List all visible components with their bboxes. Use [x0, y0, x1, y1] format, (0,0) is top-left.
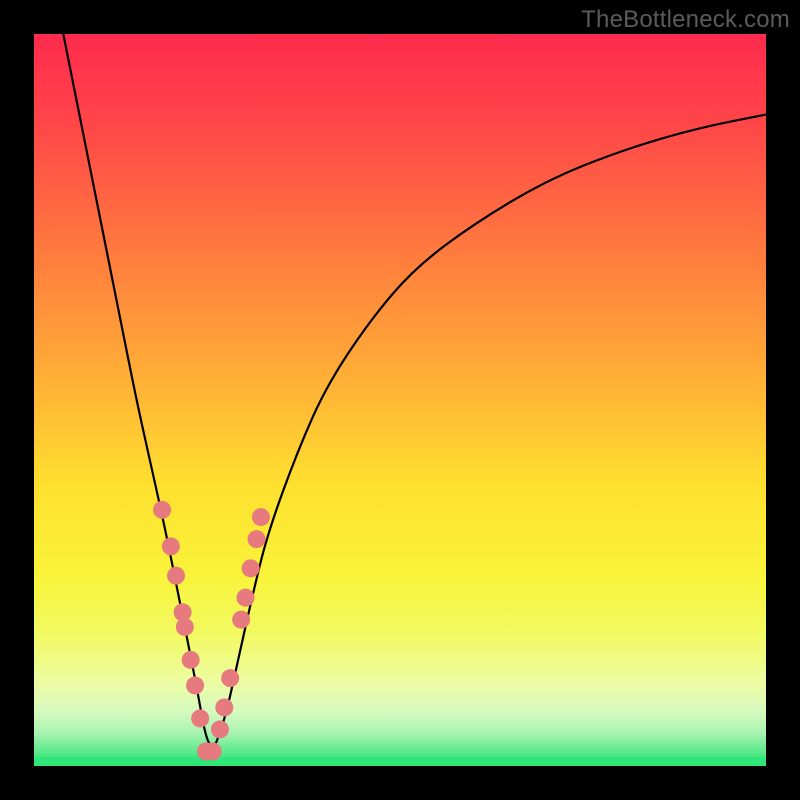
- marker-dot: [232, 611, 250, 629]
- chart-svg: [34, 34, 766, 766]
- marker-dot: [211, 720, 229, 738]
- marker-dot: [242, 559, 260, 577]
- marker-dot: [176, 618, 194, 636]
- chart-frame: TheBottleneck.com: [0, 0, 800, 800]
- marker-dot: [221, 669, 239, 687]
- marker-dot: [167, 567, 185, 585]
- green-band: [34, 757, 766, 766]
- marker-dot: [182, 651, 200, 669]
- marker-dot: [252, 508, 270, 526]
- marker-dot: [204, 742, 222, 760]
- marker-dot: [186, 676, 204, 694]
- marker-dot: [153, 501, 171, 519]
- watermark-text: TheBottleneck.com: [581, 6, 790, 34]
- marker-dot: [162, 537, 180, 555]
- marker-dot: [191, 709, 209, 727]
- marker-dot: [215, 698, 233, 716]
- gradient-background: [34, 34, 766, 766]
- marker-dot: [237, 589, 255, 607]
- marker-dot: [248, 530, 266, 548]
- plot-area: [34, 34, 766, 766]
